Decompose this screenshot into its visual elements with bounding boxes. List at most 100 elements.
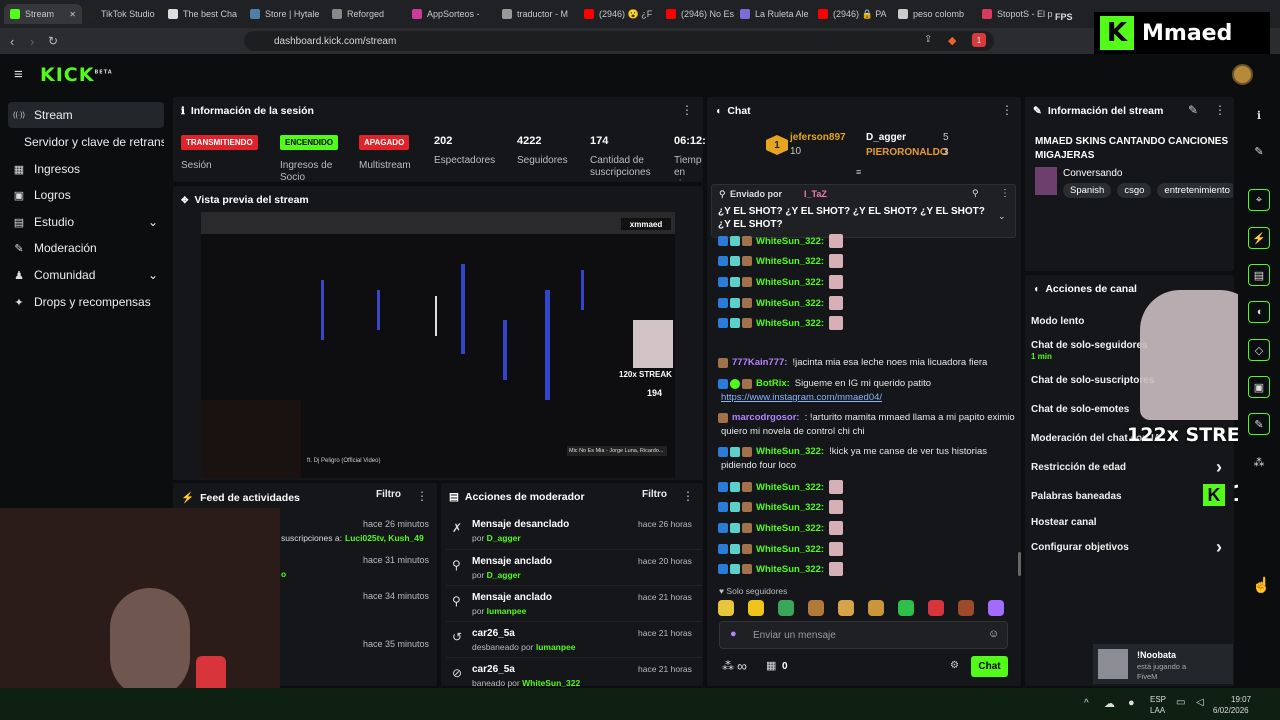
network-icon[interactable]: ▭ [1176, 697, 1185, 708]
chevron-right-icon[interactable]: › [1216, 457, 1222, 478]
chat-link[interactable]: https://www.instagram.com/mmaed04/ [721, 391, 882, 404]
sidebar-item-stream[interactable]: ((·)) Stream [8, 102, 164, 128]
browser-tab[interactable]: (2946) 🔒 PA [818, 4, 894, 24]
sidebar-item-moderación[interactable]: ✎ Moderación [8, 235, 164, 261]
browser-tab[interactable]: The best Cha [168, 4, 246, 24]
leaderboard-third-name[interactable]: PIERORONALDO [866, 147, 948, 158]
chat-input[interactable]: ● Enviar un mensaje ☺ [719, 621, 1008, 649]
channel-action-2[interactable]: Chat de solo-suscriptores [1031, 375, 1154, 386]
mic-icon[interactable]: ● [730, 628, 737, 640]
tag-chip[interactable]: Spanish [1063, 183, 1112, 198]
browser-tab[interactable]: traductor - M [502, 4, 580, 24]
feed-menu-icon[interactable]: ⋮ [416, 489, 428, 503]
rail-info-icon[interactable]: ℹ [1248, 104, 1270, 126]
sidebar-item-comunidad[interactable]: ♟ Comunidad ⌄ [8, 262, 164, 288]
lang-bottom[interactable]: LAA [1150, 706, 1165, 715]
rail-bolt-icon[interactable]: ⚡ [1248, 227, 1270, 249]
chat-username[interactable]: WhiteSun_322: [756, 481, 824, 494]
mod-user[interactable]: lumanpee [487, 606, 527, 616]
browser-tab[interactable]: TikTok Studio [86, 4, 164, 24]
extension-badge[interactable]: 1 [972, 33, 986, 47]
send-chat-button[interactable]: Chat [971, 656, 1008, 677]
share-icon[interactable]: ⇪ [924, 34, 932, 45]
quick-emote-icon[interactable] [868, 600, 884, 616]
clock-date[interactable]: 6/02/2026 [1213, 706, 1249, 715]
sidebar-item-servidor[interactable]: Servidor y clave de retransmisión [8, 129, 164, 155]
browser-tab[interactable]: (2946) No Es [666, 4, 736, 24]
sidebar-item-estudio[interactable]: ▤ Estudio ⌄ [8, 209, 164, 235]
sidebar-item-ingresos[interactable]: ▦ Ingresos [8, 156, 164, 182]
channel-action-3[interactable]: Chat de solo-emotes [1031, 404, 1129, 415]
browser-tab[interactable]: AppSorteos - [412, 4, 498, 24]
url-field[interactable]: dashboard.kick.com/stream [244, 31, 994, 51]
user-avatar[interactable] [1232, 64, 1253, 85]
channel-action-6[interactable]: Palabras baneadas [1031, 491, 1122, 502]
hamburger-menu-icon[interactable]: ≡ [14, 66, 23, 83]
emoji-icon[interactable]: ☺ [988, 628, 999, 640]
quick-emote-icon[interactable] [808, 600, 824, 616]
feed-names[interactable]: Luci025tv, Kush_49 [345, 533, 424, 543]
quick-emote-icon[interactable] [838, 600, 854, 616]
quick-emote-icon[interactable] [958, 600, 974, 616]
gift-icon[interactable]: ▦ [766, 659, 776, 672]
quick-emote-icon[interactable] [718, 600, 734, 616]
session-menu-icon[interactable]: ⋮ [681, 103, 693, 117]
chat-username[interactable]: WhiteSun_322: [756, 317, 824, 330]
tag-chip[interactable]: csgo [1117, 183, 1152, 198]
chat-settings-icon[interactable]: ⚙ [950, 660, 959, 671]
mod-filter-button[interactable]: Filtro [642, 489, 667, 500]
chat-username[interactable]: marcodrgosor: [732, 411, 800, 424]
discord-notification[interactable]: !Noobata está jugando a FiveM [1093, 644, 1233, 684]
pinned-menu-icon[interactable]: ⋮ [1000, 188, 1010, 199]
brave-shield-icon[interactable]: ◆ [948, 34, 956, 47]
rail-list-icon[interactable]: ▤ [1248, 264, 1270, 286]
rail-edit-icon[interactable]: ✎ [1248, 140, 1270, 162]
mod-user[interactable]: D_agger [487, 570, 521, 580]
browser-tab[interactable]: La Ruleta Ale [740, 4, 814, 24]
collapse-chevron-icon[interactable]: ≡ [856, 167, 861, 177]
sidebar-item-drops[interactable]: ✦ Drops y recompensas [8, 289, 164, 315]
chat-username[interactable]: WhiteSun_322: [756, 543, 824, 556]
stream-preview-video[interactable]: xmmaed 120x STREAK 194 ft. Dj Peligro (O… [201, 212, 675, 478]
chat-username[interactable]: WhiteSun_322: [756, 297, 824, 310]
quick-emote-icon[interactable] [988, 600, 1004, 616]
tray-chevron-icon[interactable]: ^ [1084, 698, 1089, 709]
rail-target-icon[interactable]: ⌖ [1248, 189, 1270, 211]
unpin-icon[interactable]: ⚲ [972, 188, 979, 199]
chat-username[interactable]: WhiteSun_322: [756, 501, 824, 514]
chat-username[interactable]: WhiteSun_322: [756, 445, 824, 458]
onedrive-icon[interactable]: ☁ [1104, 697, 1115, 710]
channel-action-1[interactable]: Chat de solo-seguidores [1031, 340, 1148, 351]
chat-username[interactable]: WhiteSun_322: [756, 276, 824, 289]
reload-icon[interactable]: ↻ [48, 34, 58, 48]
browser-tab[interactable]: StopotS - El p [982, 4, 1056, 24]
quick-emote-icon[interactable] [748, 600, 764, 616]
mod-menu-icon[interactable]: ⋮ [682, 489, 694, 503]
category-name[interactable]: Conversando [1063, 168, 1122, 179]
rail-media-icon[interactable]: ▣ [1248, 376, 1270, 398]
chat-username[interactable]: BotRix: [756, 377, 790, 390]
volume-icon[interactable]: ◁ [1196, 697, 1204, 708]
clock-time[interactable]: 19:07 [1231, 695, 1251, 704]
browser-tab[interactable]: Stream ✕ [4, 4, 82, 24]
pinned-expand-icon[interactable]: ⌄ [998, 211, 1006, 222]
chat-scrollbar[interactable] [1018, 552, 1021, 576]
rail-more-icon[interactable]: ⁂ [1248, 451, 1270, 473]
channel-action-0[interactable]: Modo lento [1031, 316, 1084, 327]
browser-tab[interactable]: peso colomb [898, 4, 978, 24]
feed-names[interactable]: o [281, 569, 286, 579]
lang-top[interactable]: ESP [1150, 695, 1166, 704]
channel-action-5[interactable]: Restricción de edad [1031, 462, 1126, 473]
browser-tab[interactable]: (2946) 😮 ¿F [584, 4, 662, 24]
browser-tab[interactable]: Reforged [332, 4, 408, 24]
channel-action-8[interactable]: Configurar objetivos [1031, 542, 1129, 553]
mod-user[interactable]: D_agger [487, 533, 521, 543]
sidebar-item-logros[interactable]: ▣ Logros [8, 182, 164, 208]
chat-username[interactable]: 777Kain777: [732, 356, 787, 369]
chat-menu-icon[interactable]: ⋮ [1001, 103, 1013, 117]
rail-tools-icon[interactable]: ✎ [1248, 413, 1270, 435]
browser-tab[interactable]: Store | Hytale [250, 4, 328, 24]
quick-emote-icon[interactable] [898, 600, 914, 616]
feed-filter-button[interactable]: Filtro [376, 489, 401, 500]
back-icon[interactable]: ‹ [10, 34, 14, 49]
